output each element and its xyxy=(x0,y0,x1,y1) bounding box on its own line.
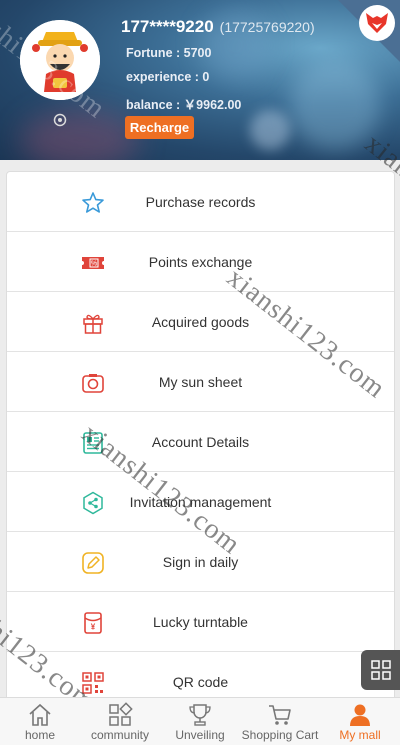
gift-icon xyxy=(83,314,103,334)
svg-text:%: % xyxy=(91,261,97,268)
floating-menu-button[interactable] xyxy=(361,650,400,690)
experience-stat: experience : 0 xyxy=(126,70,210,84)
document-icon xyxy=(83,432,103,454)
menu-item-purchase-records[interactable]: Purchase records xyxy=(7,172,394,232)
menu-item-acquired-goods[interactable]: Acquired goods xyxy=(7,292,394,352)
balance-stat: balance : ￥9962.00 xyxy=(126,98,242,112)
menu-label: QR code xyxy=(172,674,229,690)
tab-community[interactable]: community xyxy=(80,698,160,745)
level-badge-icon xyxy=(53,113,67,127)
grid-icon xyxy=(109,702,133,726)
tab-label: community xyxy=(90,728,149,742)
phone-number: (17725769220) xyxy=(219,19,315,35)
menu-item-lucky-turntable[interactable]: ¥ Lucky turntable xyxy=(7,592,394,652)
svg-text:¥: ¥ xyxy=(91,623,96,632)
trophy-icon xyxy=(189,704,211,726)
menu-label: Invitation management xyxy=(129,493,272,510)
home-icon xyxy=(29,703,51,726)
tab-label: Shopping Cart xyxy=(241,728,319,742)
tab-label: home xyxy=(24,728,56,742)
pencil-icon xyxy=(82,552,104,574)
share-icon xyxy=(83,491,103,515)
menu-label: Sign in daily xyxy=(162,553,239,570)
menu-item-invitation-management[interactable]: Invitation management xyxy=(7,472,394,532)
menu-item-points-exchange[interactable]: % Points exchange xyxy=(7,232,394,292)
menu-label: My sun sheet xyxy=(158,373,243,390)
menu-list: Purchase records % Points exchange Acqui… xyxy=(6,171,395,711)
bottom-tab-bar: home community Unveiling Shopping Cart M… xyxy=(0,697,400,745)
menu-label: Account Details xyxy=(151,433,250,450)
red-envelope-icon: ¥ xyxy=(84,612,102,634)
menu-label: Acquired goods xyxy=(151,313,250,330)
tab-label: Unveiling xyxy=(175,728,225,742)
menu-label: Points exchange xyxy=(148,253,253,270)
recharge-button[interactable]: Recharge xyxy=(125,116,194,139)
profile-header: 177****9220 (17725769220) Fortune : 5700 … xyxy=(0,0,400,160)
fortune-stat: Fortune : 5700 xyxy=(126,46,212,60)
avatar[interactable] xyxy=(20,20,100,100)
tab-my-mall[interactable]: My mall xyxy=(320,698,400,745)
ticket-icon: % xyxy=(82,257,104,269)
fox-logo-icon[interactable] xyxy=(359,5,395,41)
tab-home[interactable]: home xyxy=(0,698,80,745)
tab-shopping-cart[interactable]: Shopping Cart xyxy=(240,698,320,745)
tab-unveiling[interactable]: Unveiling xyxy=(160,698,240,745)
menu-item-account-details[interactable]: Account Details xyxy=(7,412,394,472)
menu-item-sign-in-daily[interactable]: Sign in daily xyxy=(7,532,394,592)
cart-icon xyxy=(269,705,291,725)
menu-item-my-sun-sheet[interactable]: My sun sheet xyxy=(7,352,394,412)
menu-label: Purchase records xyxy=(145,193,256,210)
username-text: 177****9220 xyxy=(121,17,214,36)
camera-icon xyxy=(82,374,104,393)
tab-label: My mall xyxy=(339,728,381,742)
qr-code-icon xyxy=(82,672,104,694)
grid-menu-icon xyxy=(370,660,391,680)
star-icon xyxy=(82,192,104,213)
menu-label: Lucky turntable xyxy=(153,613,248,630)
person-icon xyxy=(350,704,370,726)
username: 177****9220 (17725769220) xyxy=(121,17,315,37)
